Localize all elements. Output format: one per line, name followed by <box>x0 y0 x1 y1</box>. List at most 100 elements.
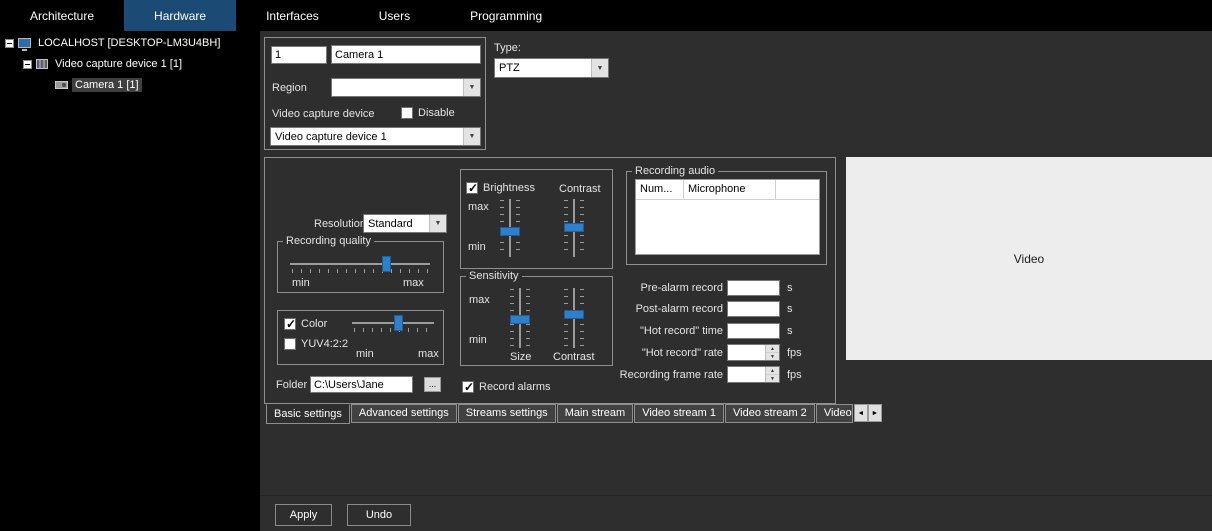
size-label: Size <box>510 351 531 363</box>
hot-record-rate-field[interactable] <box>728 345 765 360</box>
chevron-down-icon[interactable]: ▼ <box>429 215 446 232</box>
unit-label: fps <box>787 347 802 359</box>
sensitivity-size-slider[interactable] <box>507 288 533 348</box>
chevron-down-icon[interactable]: ▼ <box>463 128 480 145</box>
collapse-icon[interactable] <box>23 60 32 69</box>
slider-groove <box>290 263 430 265</box>
slider-groove <box>352 322 434 324</box>
tab-video-stream-2[interactable]: Video stream 2 <box>725 404 815 423</box>
menu-item-hardware[interactable]: Hardware <box>124 0 236 31</box>
contrast-label: Contrast <box>559 183 601 195</box>
settings-tab-strip: Basic settings Advanced settings Streams… <box>266 404 882 424</box>
browse-button[interactable]: ... <box>424 377 441 392</box>
video-preview-label: Video <box>1014 252 1044 266</box>
video-preview: Video <box>846 157 1212 360</box>
spin-down-icon[interactable]: ▼ <box>766 353 779 360</box>
audio-col-microphone[interactable]: Microphone <box>684 180 776 199</box>
disable-checkbox-row[interactable]: Disable <box>401 107 455 119</box>
color-slider[interactable] <box>352 314 434 336</box>
recording-frame-rate-row: Recording frame rate ▲ ▼ fps <box>617 366 847 383</box>
recording-audio-group: Recording audio Num... Microphone <box>626 165 827 265</box>
record-alarms-label: Record alarms <box>479 381 551 393</box>
record-alarms-checkbox-row[interactable]: Record alarms <box>462 381 551 393</box>
app-window: Architecture Hardware Interfaces Users P… <box>0 0 1212 531</box>
apply-button[interactable]: Apply <box>275 504 332 526</box>
slider-handle[interactable] <box>382 256 391 272</box>
tab-video-stream-1[interactable]: Video stream 1 <box>634 404 724 423</box>
undo-button[interactable]: Undo <box>347 504 411 526</box>
collapse-icon[interactable] <box>5 39 14 48</box>
menu-item-interfaces[interactable]: Interfaces <box>236 0 349 31</box>
post-alarm-record-field[interactable] <box>727 301 780 317</box>
slider-handle[interactable] <box>510 315 530 324</box>
slider-handle[interactable] <box>500 227 520 236</box>
type-select[interactable]: PTZ ▼ <box>494 58 609 78</box>
pre-alarm-record-field[interactable] <box>727 280 780 296</box>
slider-handle[interactable] <box>394 315 403 331</box>
region-label: Region <box>272 82 307 94</box>
recording-frame-rate-spinner[interactable]: ▲ ▼ <box>727 366 780 383</box>
unit-label: fps <box>787 369 802 381</box>
max-label: max <box>418 348 439 360</box>
color-checkbox-row[interactable]: Color <box>284 318 327 330</box>
type-label: Type: <box>494 42 521 54</box>
tab-video-stream-3[interactable]: Video <box>816 404 853 423</box>
hot-record-time-field[interactable] <box>727 323 780 339</box>
menu-item-programming[interactable]: Programming <box>440 0 572 31</box>
region-select-value <box>332 79 463 96</box>
contrast-slider[interactable] <box>561 199 587 257</box>
capture-device-icon <box>36 59 48 69</box>
tab-basic-settings[interactable]: Basic settings <box>266 404 350 424</box>
tree-item-camera[interactable]: Camera 1 [1] <box>0 76 260 94</box>
yuv-checkbox[interactable] <box>284 338 296 350</box>
min-label: min <box>356 348 374 360</box>
spin-up-icon[interactable]: ▲ <box>766 367 779 375</box>
record-alarms-checkbox[interactable] <box>462 381 474 393</box>
sensitivity-group: Sensitivity max min Size Contrast <box>460 270 613 366</box>
slider-handle[interactable] <box>564 310 584 319</box>
tab-scroll-left-icon[interactable]: ◄ <box>854 404 868 422</box>
slider-handle[interactable] <box>564 223 584 232</box>
tab-main-stream[interactable]: Main stream <box>557 404 634 423</box>
recording-audio-table[interactable]: Num... Microphone <box>635 179 820 255</box>
recording-quality-slider[interactable] <box>290 255 430 277</box>
tree-item-label: Camera 1 [1] <box>72 78 142 92</box>
hot-record-time-label: "Hot record" time <box>617 325 723 337</box>
max-label: max <box>403 277 424 289</box>
computer-icon <box>18 38 31 48</box>
yuv-checkbox-row[interactable]: YUV4:2:2 <box>284 338 348 350</box>
camera-number-field[interactable] <box>271 46 327 64</box>
menu-item-architecture[interactable]: Architecture <box>0 0 124 31</box>
max-label: max <box>468 201 489 213</box>
audio-table-header: Num... Microphone <box>636 180 819 200</box>
chevron-down-icon[interactable]: ▼ <box>463 79 480 96</box>
region-select[interactable]: ▼ <box>331 78 481 97</box>
slider-ticks <box>354 328 432 332</box>
tab-streams-settings[interactable]: Streams settings <box>458 404 556 423</box>
recording-frame-rate-label: Recording frame rate <box>617 369 723 381</box>
min-label: min <box>468 241 486 253</box>
color-checkbox[interactable] <box>284 318 296 330</box>
hot-record-rate-spinner[interactable]: ▲ ▼ <box>727 344 780 361</box>
menu-item-users[interactable]: Users <box>349 0 440 31</box>
tab-scroll-right-icon[interactable]: ► <box>868 404 882 422</box>
disable-checkbox[interactable] <box>401 107 413 119</box>
audio-col-num[interactable]: Num... <box>636 180 684 199</box>
spin-up-icon[interactable]: ▲ <box>766 345 779 353</box>
capture-device-select[interactable]: Video capture device 1 ▼ <box>270 127 481 146</box>
tree-item-label: LOCALHOST [DESKTOP-LM3U4BH] <box>35 36 223 50</box>
chevron-down-icon[interactable]: ▼ <box>591 59 608 77</box>
tree-item-localhost[interactable]: LOCALHOST [DESKTOP-LM3U4BH] <box>0 34 260 52</box>
resolution-select[interactable]: Standard ▼ <box>363 214 447 233</box>
recording-frame-rate-field[interactable] <box>728 367 765 382</box>
camera-name-field[interactable] <box>331 45 481 64</box>
tree-item-capture-device[interactable]: Video capture device 1 [1] <box>0 55 260 73</box>
brightness-checkbox-row[interactable]: Brightness <box>466 182 535 194</box>
tab-advanced-settings[interactable]: Advanced settings <box>351 404 457 423</box>
brightness-checkbox[interactable] <box>466 182 478 194</box>
brightness-slider[interactable] <box>497 199 523 257</box>
sensitivity-contrast-slider[interactable] <box>561 288 587 348</box>
settings-panel: Resolution Standard ▼ Recording quality … <box>264 157 836 404</box>
folder-field[interactable] <box>310 376 413 393</box>
spin-down-icon[interactable]: ▼ <box>766 375 779 382</box>
